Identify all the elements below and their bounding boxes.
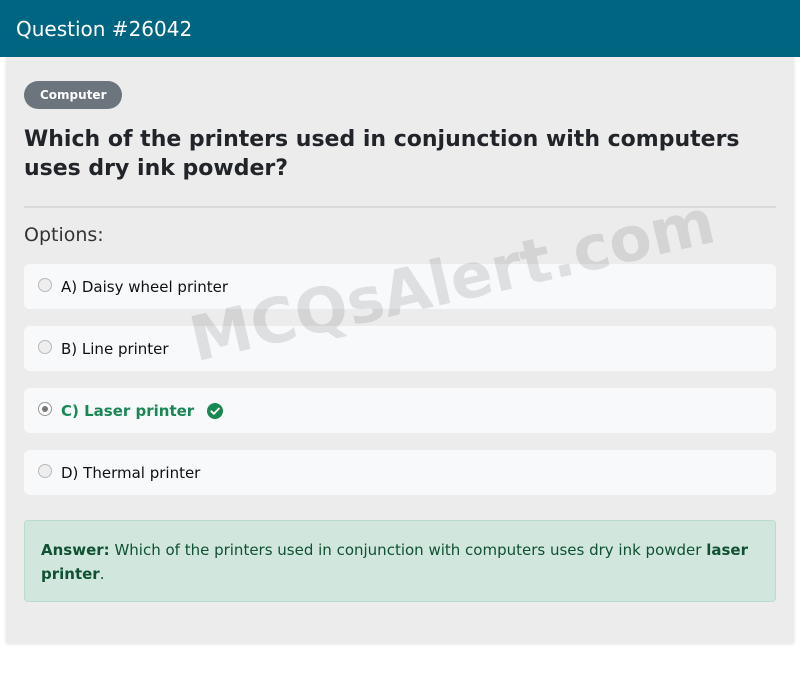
option-b[interactable]: B) Line printer xyxy=(24,326,776,371)
option-c-radio[interactable] xyxy=(38,402,52,416)
answer-suffix: . xyxy=(99,565,105,583)
option-a[interactable]: A) Daisy wheel printer xyxy=(24,264,776,309)
option-b-radio[interactable] xyxy=(38,340,52,354)
answer-box: Answer: Which of the printers used in co… xyxy=(24,520,776,602)
divider xyxy=(24,206,776,208)
option-c-label: C) Laser printer xyxy=(61,401,195,420)
question-card: Computer Which of the printers used in c… xyxy=(6,57,794,643)
option-a-label: A) Daisy wheel printer xyxy=(61,277,229,296)
option-d-radio[interactable] xyxy=(38,464,52,478)
option-d-label: D) Thermal printer xyxy=(61,463,201,482)
category-badge[interactable]: Computer xyxy=(24,81,123,109)
options-heading: Options: xyxy=(24,224,104,246)
option-b-label: B) Line printer xyxy=(61,339,169,358)
option-c[interactable]: C) Laser printer xyxy=(24,388,776,433)
answer-text: Which of the printers used in conjunctio… xyxy=(114,541,702,559)
question-number-title: Question #26042 xyxy=(16,16,193,41)
option-d[interactable]: D) Thermal printer xyxy=(24,450,776,495)
option-a-radio[interactable] xyxy=(38,278,52,292)
page-header: Question #26042 xyxy=(0,0,800,57)
answer-prefix: Answer: xyxy=(41,541,110,559)
check-circle-icon xyxy=(207,402,224,419)
question-text: Which of the printers used in conjunctio… xyxy=(24,127,740,181)
